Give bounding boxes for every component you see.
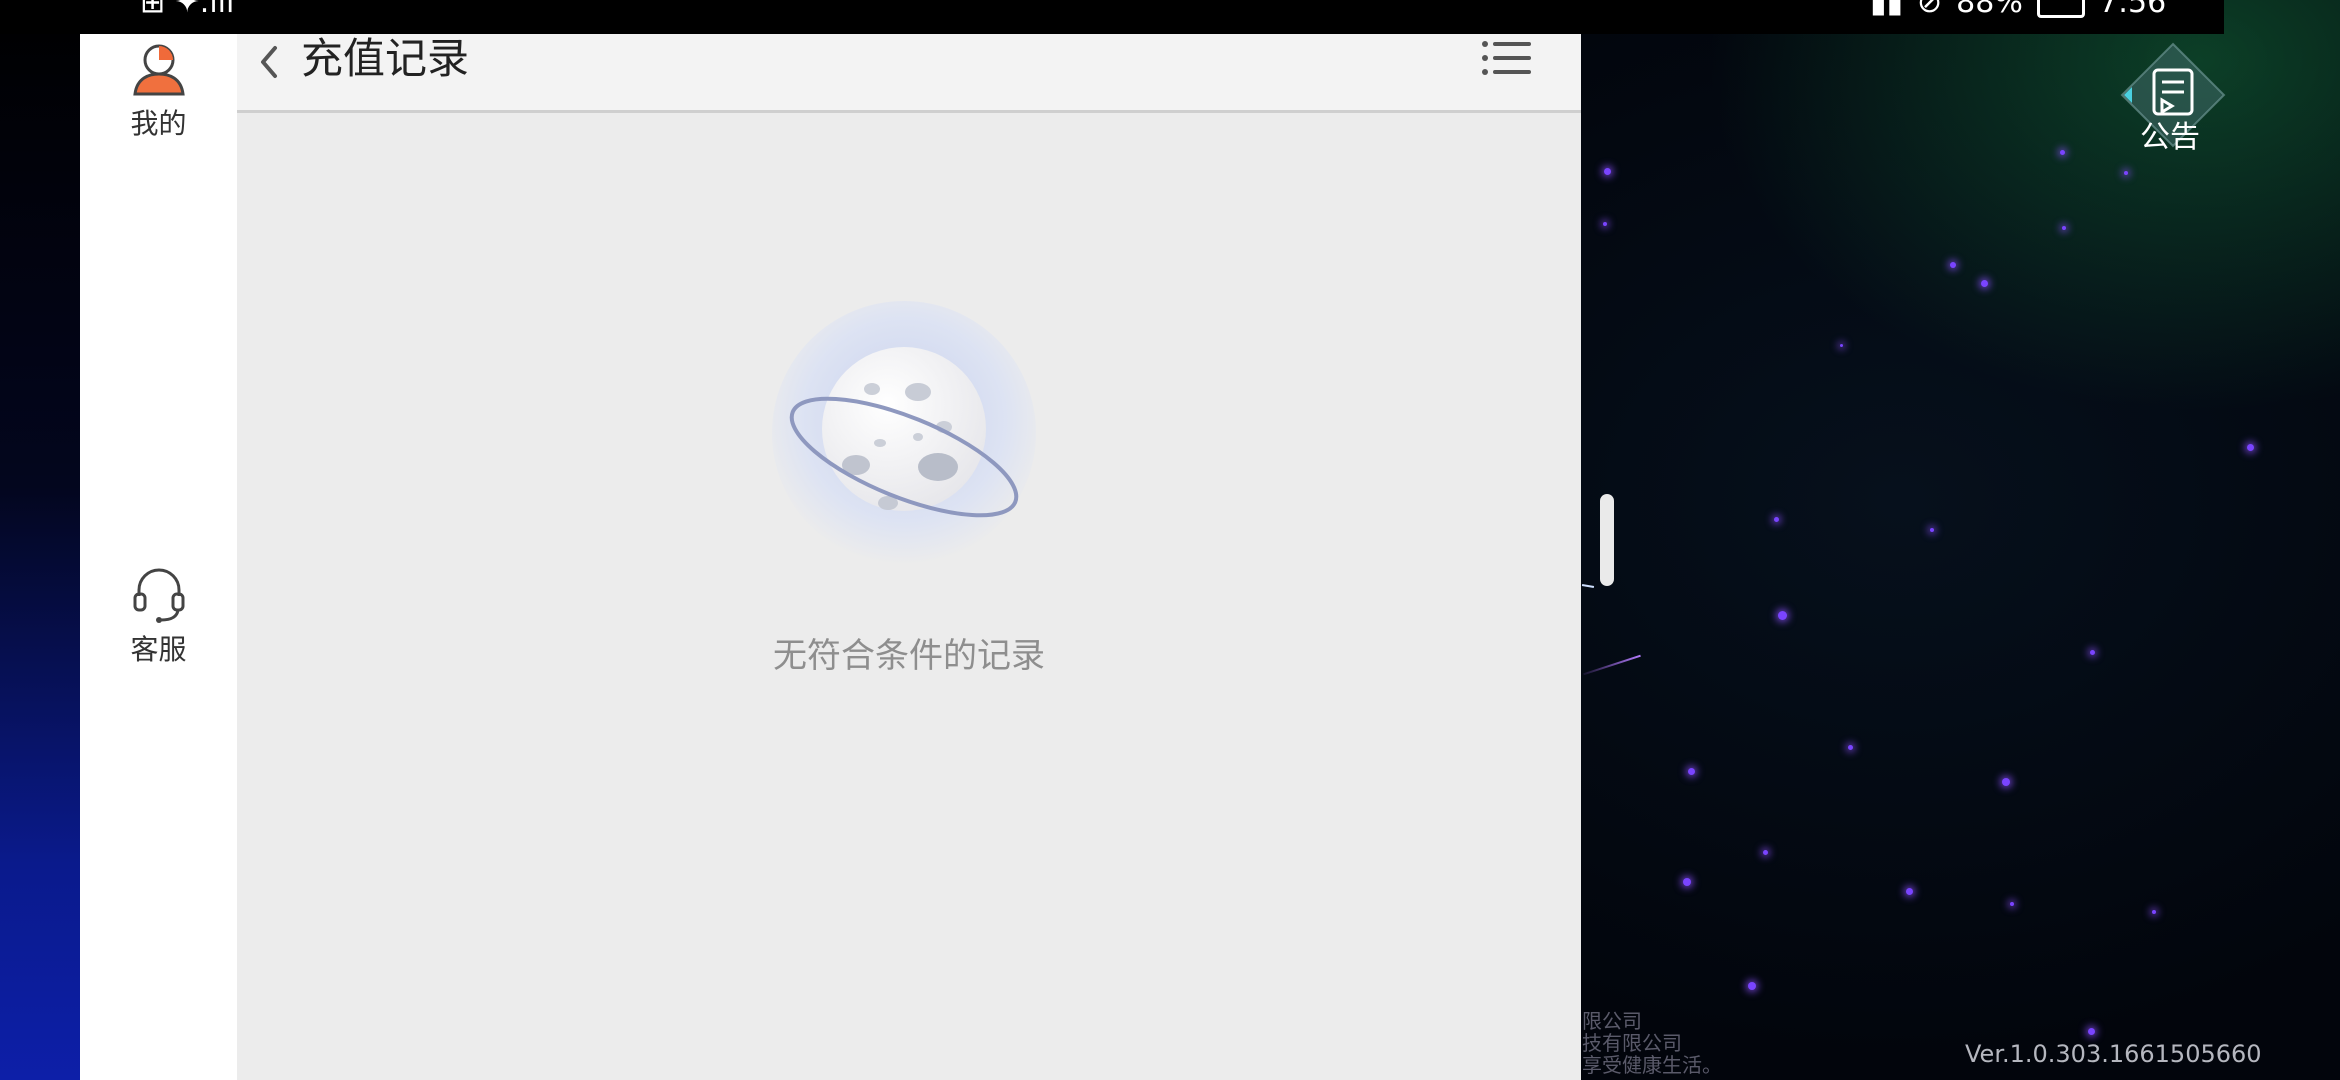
- star: [1950, 262, 1956, 268]
- star: [1748, 982, 1756, 990]
- version-label: Ver.1.0.303.1661505660: [1965, 1040, 2262, 1068]
- left-glow: [0, 0, 90, 1080]
- menu-list-icon[interactable]: [1477, 34, 1537, 90]
- star: [1981, 280, 1988, 287]
- star: [2010, 902, 2014, 906]
- star: [1603, 222, 1607, 226]
- empty-planet-icon: [772, 301, 1036, 565]
- star: [2062, 226, 2066, 230]
- star: [2060, 150, 2065, 155]
- signal-indicator: ⊞ ✦.ııl: [140, 0, 235, 20]
- sidebar-item-service[interactable]: 客服: [80, 564, 237, 668]
- sidebar: 我的 客服: [80, 34, 237, 1080]
- star: [2090, 650, 2095, 655]
- panel-header: 充值记录: [237, 34, 1581, 113]
- star: [1763, 850, 1768, 855]
- drawer-drag-handle[interactable]: [1600, 494, 1614, 586]
- star: [1848, 745, 1853, 750]
- status-indicators: ▮▮ ⊘ 88% 7:56: [1870, 0, 2166, 20]
- sidebar-item-label: 我的: [130, 107, 187, 140]
- star: [1683, 878, 1691, 886]
- star: [2124, 171, 2128, 175]
- star: [1688, 768, 1695, 775]
- star: [2247, 444, 2254, 451]
- company-line: 限公司: [1582, 1009, 1642, 1033]
- company-line: 享受健康生活。: [1582, 1053, 1722, 1077]
- star: [2088, 1028, 2095, 1035]
- battery-percent: 88%: [1956, 0, 2023, 20]
- battery-icon: [2036, 0, 2085, 18]
- clock: 7:56: [2098, 0, 2167, 20]
- star: [1930, 528, 1934, 532]
- star: [1778, 611, 1787, 620]
- star: [2002, 778, 2010, 786]
- vibrate-icon: ▮▮: [1870, 0, 1904, 20]
- star: [2152, 910, 2156, 914]
- recharge-records-panel: 充值记录 无符合条件的记录: [237, 34, 1581, 1080]
- back-button[interactable]: [251, 42, 291, 82]
- notice-label: 公告: [2140, 120, 2200, 155]
- mute-icon: ⊘: [1917, 0, 1943, 20]
- star: [1840, 344, 1843, 347]
- page-title: 充值记录: [301, 34, 470, 83]
- user-icon: [132, 44, 185, 96]
- company-info: 限公司 技有限公司 享受健康生活。: [1582, 1010, 1722, 1076]
- star: [1906, 888, 1913, 895]
- empty-message: 无符合条件的记录: [773, 636, 1045, 676]
- headset-icon: [133, 568, 184, 623]
- company-line: 技有限公司: [1582, 1031, 1682, 1055]
- sidebar-item-label: 客服: [130, 633, 187, 666]
- sidebar-item-mine[interactable]: 我的: [80, 38, 237, 142]
- star: [1774, 517, 1779, 522]
- star: [1604, 168, 1611, 175]
